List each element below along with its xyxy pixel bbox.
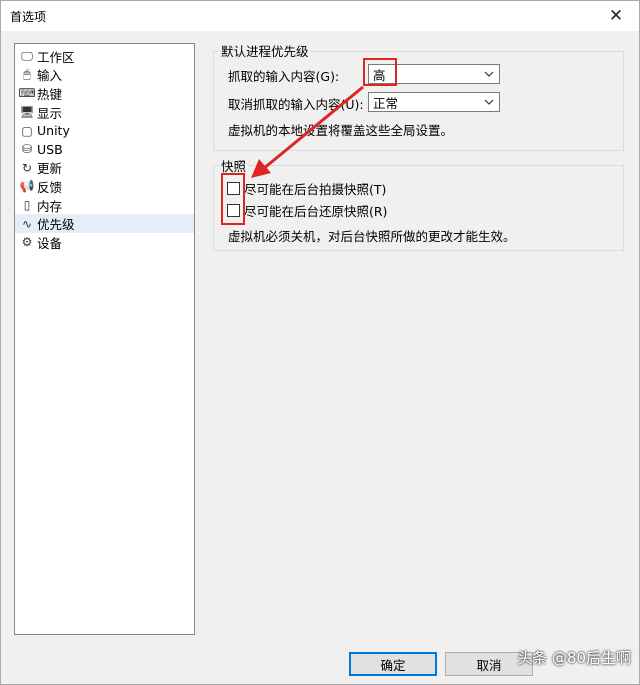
- unity-icon: ▢: [21, 123, 33, 138]
- feedback-icon: 📢: [19, 179, 35, 194]
- sidebar-item-hotkeys[interactable]: ⌨ 热键: [15, 84, 194, 103]
- mouse-icon: 🖱: [23, 67, 31, 82]
- workspace-icon: 🖵: [21, 48, 33, 63]
- sidebar-item-label: 显示: [37, 105, 63, 121]
- sidebar-item-label: USB: [37, 141, 63, 157]
- sidebar-item-input[interactable]: 🖱 输入: [15, 66, 194, 85]
- sidebar-item-label: 更新: [37, 161, 63, 177]
- sidebar-item-usb[interactable]: ⛁ USB: [15, 140, 194, 159]
- ungrab-priority-value: 正常: [373, 95, 399, 111]
- sidebar-item-updates[interactable]: ↻ 更新: [15, 159, 194, 178]
- sidebar-item-unity[interactable]: ▢ Unity: [15, 121, 194, 140]
- memory-icon: ▯: [23, 198, 31, 213]
- sidebar-item-label: 设备: [37, 235, 63, 251]
- annotation-arrow-icon: [251, 85, 364, 178]
- sidebar-item-memory[interactable]: ▯ 内存: [15, 196, 194, 215]
- sidebar-item-label: 热键: [37, 86, 63, 102]
- sidebar-item-label: Unity: [37, 123, 70, 139]
- take-snapshot-label: 尽可能在后台拍摄快照(T): [244, 182, 387, 197]
- watermark: 头条 @80后生啊: [517, 649, 631, 667]
- priority-icon: ∿: [21, 216, 33, 231]
- title-bar: 首选项 ✕: [1, 1, 639, 31]
- update-icon: ↻: [21, 160, 33, 175]
- sidebar-item-label: 优先级: [37, 217, 75, 233]
- ungrab-priority-select[interactable]: 正常: [368, 92, 500, 112]
- sidebar-item-devices[interactable]: ⚙ 设备: [15, 233, 194, 252]
- restore-snapshot-label: 尽可能在后台还原快照(R): [244, 204, 388, 219]
- chevron-down-icon: [484, 71, 494, 77]
- sidebar-nav: 🖵 工作区 🖱 输入 ⌨ 热键 🖥 显示 ▢ Unity ⛁ USB ↻ 更新 …: [14, 43, 195, 635]
- preferences-window: 首选项 ✕ 🖵 工作区 🖱 输入 ⌨ 热键 🖥 显示 ▢ Unity ⛁ USB: [0, 0, 640, 685]
- chevron-down-icon: [484, 99, 494, 105]
- monitor-icon: 🖥: [19, 105, 35, 120]
- sidebar-item-label: 反馈: [37, 179, 63, 195]
- devices-icon: ⚙: [21, 235, 33, 250]
- priority-group-label: 默认进程优先级: [219, 41, 311, 60]
- sidebar-item-display[interactable]: 🖥 显示: [15, 103, 194, 122]
- snapshots-note: 虚拟机必须关机，对后台快照所做的更改才能生效。: [228, 229, 516, 244]
- sidebar-item-label: 输入: [37, 68, 63, 84]
- window-title: 首选项: [10, 9, 47, 24]
- sidebar-item-feedback[interactable]: 📢 反馈: [15, 177, 194, 196]
- close-button[interactable]: ✕: [593, 1, 639, 31]
- sidebar-item-label: 工作区: [37, 49, 75, 65]
- usb-icon: ⛁: [21, 142, 33, 157]
- sidebar-item-workspace[interactable]: 🖵 工作区: [15, 47, 194, 66]
- sidebar-item-label: 内存: [37, 198, 63, 214]
- sidebar-item-priority[interactable]: ∿ 优先级: [15, 214, 194, 233]
- ok-button[interactable]: 确定: [349, 652, 437, 676]
- restore-snapshot-option[interactable]: 尽可能在后台还原快照(R): [227, 201, 387, 220]
- keyboard-icon: ⌨: [18, 86, 36, 101]
- take-snapshot-option[interactable]: 尽可能在后台拍摄快照(T): [227, 179, 386, 198]
